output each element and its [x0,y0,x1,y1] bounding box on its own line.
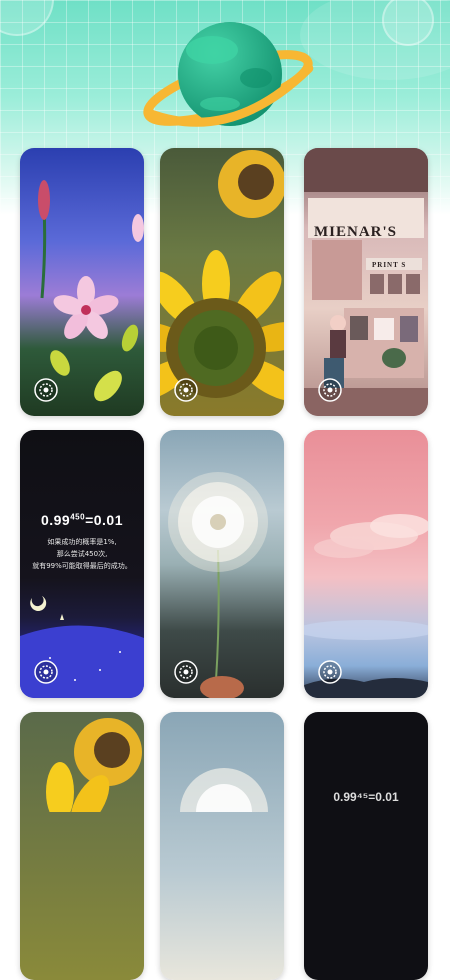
shop-subsign: PRINT S [372,261,407,269]
live-wallpaper-icon[interactable] [174,660,198,684]
pink-sky-illustration [304,514,428,698]
wallpaper-card-sunflower[interactable] [160,148,284,416]
wallpaper-card-quote-2[interactable]: 0.99⁴⁵=0.01 [304,712,428,980]
live-wallpaper-icon[interactable] [174,378,198,402]
night-hill-illustration [20,596,144,698]
wallpaper-card-dandelion-2[interactable] [160,712,284,980]
sunflower-illustration [46,718,142,829]
live-wallpaper-icon[interactable] [34,378,58,402]
shop-sign: MIENAR'S [314,224,398,240]
dandelion-illustration [180,768,268,856]
live-wallpaper-icon[interactable] [318,378,342,402]
live-wallpaper-icon[interactable] [34,660,58,684]
sunflower-illustration [160,150,284,401]
wallpaper-card-sunflower-2[interactable] [20,712,144,980]
quote-formula: 0.99⁴⁵=0.01 [333,790,399,804]
flower-illustration [38,180,144,402]
wallpaper-card-dandelion[interactable] [160,430,284,698]
decor-bubble [0,0,54,36]
live-wallpaper-icon[interactable] [318,660,342,684]
planet-icon [143,22,314,127]
wallpaper-card-quote[interactable]: 0.99450=0.01 如果成功的概率是1%, 那么尝试450次, 就有99%… [20,430,144,698]
shop-illustration [304,148,428,416]
wallpaper-card-pink-sky[interactable] [304,430,428,698]
dandelion-illustration [168,472,268,698]
wallpaper-card-shop[interactable]: MIENAR'S PRINT S [304,148,428,416]
wallpaper-card-flower[interactable] [20,148,144,416]
